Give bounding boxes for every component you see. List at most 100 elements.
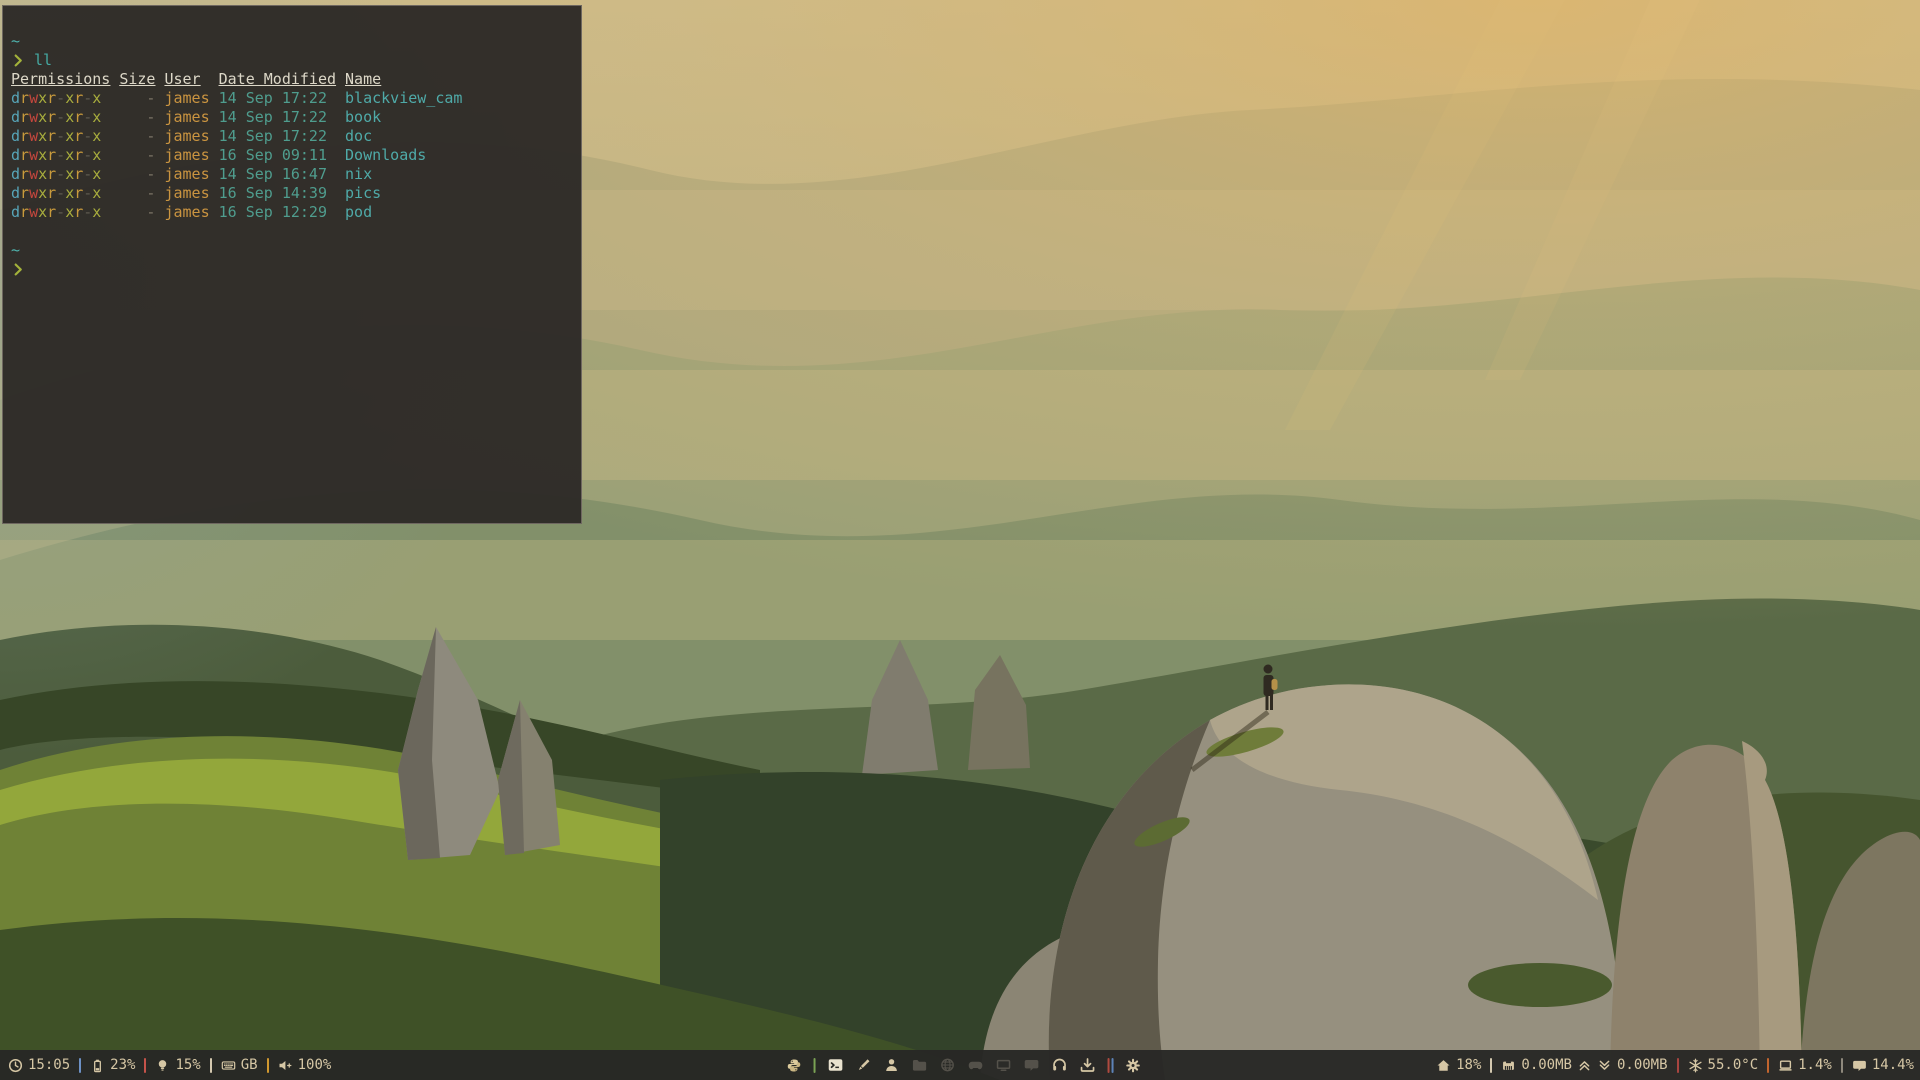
user-cell: james [164, 184, 209, 203]
snowflake-icon [1688, 1058, 1703, 1073]
keyboard-layout-module[interactable]: GB [221, 1057, 258, 1073]
date-cell: 14 Sep 17:22 [219, 89, 336, 108]
python-launcher-icon[interactable] [787, 1058, 802, 1073]
brightness-icon [155, 1058, 170, 1073]
separator [210, 1058, 212, 1073]
file-row: drwxr-xr-x-james14 Sep 17:22book [11, 108, 573, 127]
prompt-cwd: ~ [11, 241, 573, 260]
permissions-cell: drwxr-xr-x [11, 127, 110, 146]
laptop-icon [1778, 1058, 1793, 1073]
battery-value: 23% [110, 1057, 135, 1073]
speech-bubble-icon [1852, 1058, 1867, 1073]
disk-module[interactable]: 14.4% [1852, 1057, 1914, 1073]
bar-right-modules: 18% 0.00MB 0.00MB 55.0°C 1.4% 14.4% [1436, 1057, 1914, 1073]
clock-module[interactable]: 15:05 [8, 1057, 70, 1073]
battery-module[interactable]: 23% [90, 1057, 135, 1073]
workspace-pencil[interactable] [856, 1057, 872, 1073]
separator [1490, 1058, 1492, 1073]
bar-center-modules [787, 1050, 1141, 1080]
prompt-chevron-icon [11, 262, 26, 277]
volume-value: 100% [298, 1057, 332, 1073]
size-cell: - [119, 127, 155, 146]
brightness-value: 15% [175, 1057, 200, 1073]
name-cell: blackview_cam [345, 89, 462, 108]
name-cell: pics [345, 184, 381, 203]
workspace-monitor[interactable] [996, 1057, 1012, 1073]
terminal-window[interactable]: ~ ll Permissions Size User Date Modified… [2, 5, 582, 524]
file-row: drwxr-xr-x-james 16 Sep 09:11 Downloads [11, 146, 573, 165]
permissions-cell: drwxr-xr-x [11, 184, 110, 203]
date-cell: 14 Sep 17:22 [219, 127, 336, 146]
permissions-cell: drwxr-xr-x [11, 146, 110, 165]
status-bar: 15:05 23% 15% GB 100% [0, 1050, 1920, 1080]
cpu-module[interactable]: 1.4% [1778, 1057, 1832, 1073]
separator [1767, 1058, 1769, 1073]
size-cell: - [119, 203, 155, 222]
workspace-globe[interactable] [940, 1057, 956, 1073]
separator-double [1108, 1058, 1114, 1073]
user-cell: james [164, 146, 209, 165]
separator [1841, 1058, 1843, 1073]
workspace-chat-square[interactable] [1024, 1057, 1040, 1073]
temperature-value: 55.0°C [1708, 1057, 1759, 1073]
header-user: User [164, 70, 200, 88]
separator [814, 1058, 816, 1073]
separator [79, 1058, 81, 1073]
keyboard-layout-value: GB [241, 1057, 258, 1073]
network-module[interactable]: 0.00MB 0.00MB [1501, 1057, 1667, 1073]
size-cell: - [119, 108, 155, 127]
workspace-person[interactable] [884, 1057, 900, 1073]
date-cell: 14 Sep 16:47 [219, 165, 336, 184]
temperature-module[interactable]: 55.0°C [1688, 1057, 1759, 1073]
date-cell: 16 Sep 09:11 [219, 146, 336, 165]
chevrons-down-icon [1597, 1058, 1612, 1073]
volume-icon [278, 1058, 293, 1073]
volume-module[interactable]: 100% [278, 1057, 332, 1073]
name-cell: book [345, 108, 381, 127]
permissions-cell: drwxr-xr-x [11, 203, 110, 222]
command-text: ll [34, 51, 52, 70]
size-cell: - [119, 146, 155, 165]
workspace-folder[interactable] [912, 1057, 928, 1073]
separator [1677, 1058, 1679, 1073]
header-name: Name [345, 70, 381, 88]
name-cell: Downloads [345, 146, 426, 165]
network-download-value: 0.00MB [1617, 1057, 1668, 1073]
header-date-modified: Date Modified [219, 70, 336, 88]
network-upload-value: 0.00MB [1521, 1057, 1572, 1073]
name-cell: nix [345, 165, 372, 184]
disk-value: 14.4% [1872, 1057, 1914, 1073]
separator [144, 1058, 146, 1073]
header-permissions: Permissions [11, 70, 110, 88]
bar-left-modules: 15:05 23% 15% GB 100% [8, 1057, 331, 1073]
memory-value: 18% [1456, 1057, 1481, 1073]
workspace-gamepad[interactable] [968, 1057, 984, 1073]
prompt-cwd: ~ [11, 32, 573, 51]
date-cell: 16 Sep 14:39 [219, 184, 336, 203]
ethernet-icon [1501, 1058, 1516, 1073]
size-cell: - [119, 184, 155, 203]
file-row: drwxr-xr-x-james16 Sep 12:29pod [11, 203, 573, 222]
header-size: Size [119, 70, 155, 88]
workspace-headphones[interactable] [1052, 1057, 1068, 1073]
workspace-download[interactable] [1080, 1057, 1096, 1073]
file-row: drwxr-xr-x-james14 Sep 17:22doc [11, 127, 573, 146]
prompt-chevron-icon [11, 53, 26, 68]
clock-value: 15:05 [28, 1057, 70, 1073]
file-row: drwxr-xr-x-james14 Sep 16:47nix [11, 165, 573, 184]
user-cell: james [164, 203, 209, 222]
battery-icon [90, 1058, 105, 1073]
size-cell: - [119, 165, 155, 184]
brightness-module[interactable]: 15% [155, 1057, 200, 1073]
workspace-list [828, 1057, 1096, 1073]
user-cell: james [164, 108, 209, 127]
gear-icon[interactable] [1126, 1058, 1141, 1073]
separator [1108, 1058, 1110, 1073]
file-listing: drwxr-xr-x-james14 Sep 17:22blackview_ca… [11, 89, 573, 222]
permissions-cell: drwxr-xr-x [11, 165, 110, 184]
memory-module[interactable]: 18% [1436, 1057, 1481, 1073]
clock-icon [8, 1058, 23, 1073]
user-cell: james [164, 127, 209, 146]
workspace-terminal[interactable] [828, 1057, 844, 1073]
separator [267, 1058, 269, 1073]
